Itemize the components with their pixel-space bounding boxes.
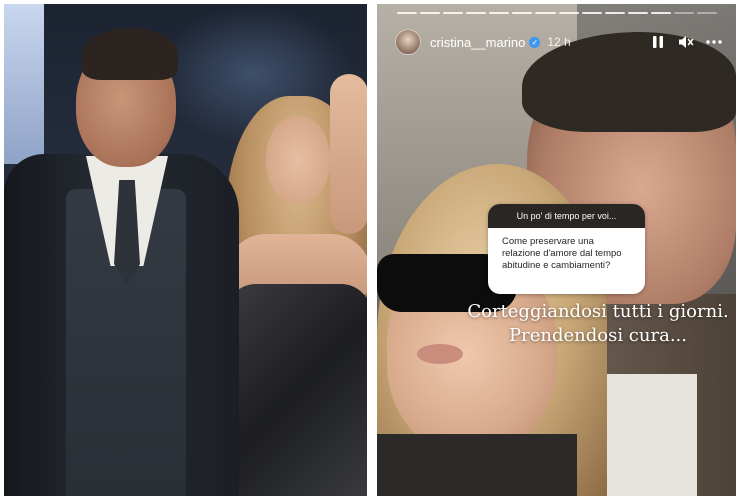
progress-segment xyxy=(420,12,441,14)
progress-segment xyxy=(397,12,418,14)
progress-segment xyxy=(466,12,487,14)
mute-icon[interactable] xyxy=(675,31,697,53)
answer-line-1: Corteggiandosi tutti i giorni. xyxy=(467,301,729,322)
progress-segment xyxy=(443,12,464,14)
progress-segment xyxy=(697,12,718,14)
avatar[interactable] xyxy=(395,29,421,55)
verified-badge-icon: ✓ xyxy=(529,36,541,48)
question-sticker-text: Come preservare una relazione d'amore da… xyxy=(502,236,622,271)
progress-segment xyxy=(512,12,533,14)
man-shirt xyxy=(607,374,697,496)
progress-segment xyxy=(489,12,510,14)
progress-segment xyxy=(558,12,579,14)
woman-leather-dress xyxy=(226,284,367,496)
stage-light xyxy=(4,4,44,164)
answer-text: Corteggiandosi tutti i giorni. Prendendo… xyxy=(460,300,736,348)
man-hair xyxy=(82,28,178,80)
left-photo xyxy=(4,4,367,496)
question-sticker-header: Un po' di tempo per voi... xyxy=(488,204,645,228)
username[interactable]: cristina__marino xyxy=(430,35,525,50)
progress-segment xyxy=(673,12,695,14)
story-header: cristina__marino ✓ 12 h xyxy=(395,28,725,56)
progress-segment xyxy=(627,12,648,14)
progress-segment xyxy=(604,12,625,14)
instagram-story[interactable]: cristina__marino ✓ 12 h Un po' di tempo … xyxy=(377,4,736,496)
woman-raised-arm xyxy=(330,74,367,234)
more-icon[interactable] xyxy=(703,31,725,53)
woman-face xyxy=(266,116,330,204)
woman-sweater xyxy=(377,434,577,496)
pause-icon[interactable] xyxy=(647,31,669,53)
progress-segment xyxy=(581,12,602,14)
question-sticker[interactable]: Un po' di tempo per voi... Come preserva… xyxy=(488,204,645,294)
story-progress-bar xyxy=(397,12,718,15)
answer-line-2: Prendendosi cura... xyxy=(509,325,687,346)
story-timestamp: 12 h xyxy=(547,35,571,49)
woman-lips xyxy=(417,344,463,364)
progress-segment xyxy=(535,12,556,14)
progress-segment xyxy=(650,12,671,14)
